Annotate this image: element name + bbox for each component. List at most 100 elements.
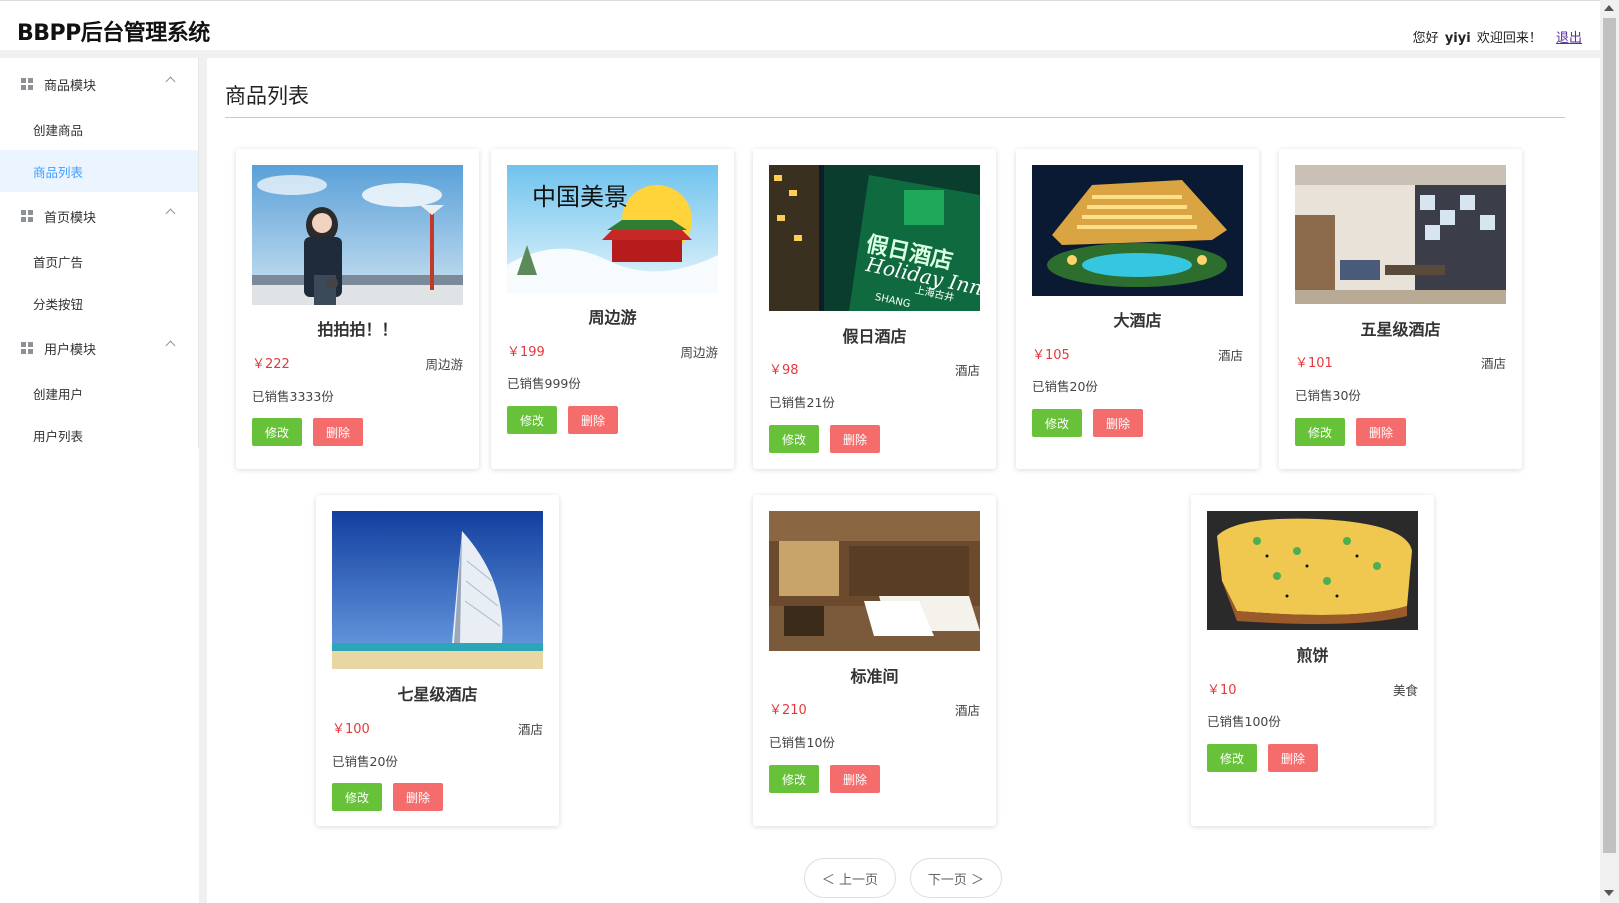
chevron-up-icon: [165, 340, 176, 351]
product-image: 假日酒店 Holiday Inn 上海古井 SHANG: [769, 165, 980, 311]
product-sold-count: 已销售20份: [332, 754, 398, 769]
product-sold-count: 已销售100份: [1207, 714, 1281, 729]
product-sold-count: 已销售10份: [769, 735, 835, 750]
scroll-down-icon[interactable]: [1604, 890, 1614, 896]
delete-button[interactable]: 删除: [830, 765, 880, 793]
delete-button[interactable]: 删除: [830, 425, 880, 453]
edit-button[interactable]: 修改: [1207, 744, 1257, 772]
edit-button[interactable]: 修改: [507, 406, 557, 434]
welcome-text: 欢迎回来！: [1476, 31, 1542, 46]
delete-button[interactable]: 删除: [568, 406, 618, 434]
sidebar-item-goods-list[interactable]: 商品列表: [0, 150, 198, 192]
poster-text-icon: 中国美景: [532, 183, 628, 211]
delete-button[interactable]: 删除: [393, 783, 443, 811]
top-header: BBPP后台管理系统 您好 yiyi 欢迎回来！ 退出: [0, 0, 1600, 50]
product-card: 假日酒店 Holiday Inn 上海古井 SHANG 假日酒店 ￥98 酒店 …: [753, 149, 996, 469]
product-name: 煎饼: [1296, 646, 1329, 665]
next-page-button[interactable]: 下一页 ＞: [910, 858, 1002, 898]
logout-link[interactable]: 退出: [1556, 31, 1582, 46]
product-price: ￥105: [1032, 348, 1070, 363]
page-title: 商品列表: [225, 84, 309, 108]
product-image: 中国美景: [507, 165, 718, 293]
product-category: 酒店: [954, 703, 980, 718]
main-content: 商品列表 拍拍拍！！ ￥222 周边游 已销售3333份 修改 删除 中国美景 …: [207, 58, 1600, 903]
menu-group-label: 首页模块: [44, 210, 97, 226]
edit-button[interactable]: 修改: [252, 418, 302, 446]
product-card: 拍拍拍！！ ￥222 周边游 已销售3333份 修改 删除: [236, 149, 479, 469]
edit-button[interactable]: 修改: [332, 783, 382, 811]
product-category: 美食: [1392, 683, 1418, 698]
menu-group-users[interactable]: 用户模块: [0, 324, 198, 372]
product-card: 五星级酒店 ￥101 酒店 已销售30份 修改 删除: [1279, 149, 1522, 469]
product-price: ￥199: [507, 345, 545, 360]
sidebar-item-create-user[interactable]: 创建用户: [0, 372, 198, 414]
scroll-up-icon[interactable]: [1604, 5, 1614, 11]
product-image: [1032, 165, 1243, 296]
title-divider: [225, 117, 1565, 118]
menu-group-label: 用户模块: [44, 342, 97, 358]
sidebar-item-category-buttons[interactable]: 分类按钮: [0, 282, 198, 324]
product-name: 五星级酒店: [1360, 320, 1441, 339]
product-price: ￥100: [332, 722, 370, 737]
product-price: ￥10: [1207, 683, 1237, 698]
grid-icon: [21, 210, 33, 222]
product-name: 假日酒店: [842, 327, 907, 346]
product-name: 七星级酒店: [397, 685, 478, 704]
edit-button[interactable]: 修改: [1032, 409, 1082, 437]
sidebar: 商品模块 创建商品 商品列表 首页模块 首页广告 分类按钮 用户模块 创建用户 …: [0, 58, 199, 903]
product-price: ￥98: [769, 363, 799, 378]
product-image: [252, 165, 463, 305]
menu-group-goods[interactable]: 商品模块: [0, 60, 198, 108]
product-price: ￥101: [1295, 356, 1333, 371]
product-category: 酒店: [1217, 348, 1243, 363]
product-sold-count: 已销售30份: [1295, 388, 1361, 403]
username: yiyi: [1444, 31, 1471, 46]
chevron-up-icon: [165, 208, 176, 219]
product-sold-count: 已销售20份: [1032, 379, 1098, 394]
product-category: 酒店: [954, 363, 980, 378]
delete-button[interactable]: 删除: [1093, 409, 1143, 437]
product-card: 大酒店 ￥105 酒店 已销售20份 修改 删除: [1016, 149, 1259, 469]
app-title: BBPP后台管理系统: [17, 21, 210, 46]
product-category: 周边游: [425, 357, 463, 372]
sidebar-menu: 商品模块 创建商品 商品列表 首页模块 首页广告 分类按钮 用户模块 创建用户 …: [0, 58, 199, 448]
product-sold-count: 已销售3333份: [252, 389, 334, 404]
sidebar-item-home-ads[interactable]: 首页广告: [0, 240, 198, 282]
vertical-scrollbar[interactable]: [1600, 0, 1619, 903]
product-image: [1295, 165, 1506, 304]
product-category: 酒店: [517, 722, 543, 737]
product-card: 标准间 ￥210 酒店 已销售10份 修改 删除: [753, 495, 996, 826]
product-card: 中国美景 周边游 ￥199 周边游 已销售999份 修改 删除: [491, 149, 734, 469]
edit-button[interactable]: 修改: [1295, 418, 1345, 446]
edit-button[interactable]: 修改: [769, 425, 819, 453]
product-name: 拍拍拍！！: [317, 320, 398, 339]
product-image: [769, 511, 980, 651]
greeting-text: 您好: [1412, 31, 1439, 46]
delete-button[interactable]: 删除: [1268, 744, 1318, 772]
delete-button[interactable]: 删除: [313, 418, 363, 446]
product-name: 标准间: [850, 667, 899, 686]
sidebar-item-user-list[interactable]: 用户列表: [0, 414, 198, 456]
user-area: 您好 yiyi 欢迎回来！ 退出: [1413, 27, 1582, 46]
edit-button[interactable]: 修改: [769, 765, 819, 793]
delete-button[interactable]: 删除: [1356, 418, 1406, 446]
menu-group-label: 商品模块: [44, 78, 97, 94]
product-card: 七星级酒店 ￥100 酒店 已销售20份 修改 删除: [316, 495, 559, 826]
sidebar-item-create-goods[interactable]: 创建商品: [0, 108, 198, 150]
product-price: ￥222: [252, 357, 290, 372]
prev-page-button[interactable]: ＜ 上一页: [804, 858, 896, 898]
grid-icon: [21, 78, 33, 90]
product-price: ￥210: [769, 703, 807, 718]
grid-icon: [21, 342, 33, 354]
product-image: [332, 511, 543, 669]
product-category: 周边游: [680, 345, 718, 360]
product-card: 煎饼 ￥10 美食 已销售100份 修改 删除: [1191, 495, 1434, 826]
scrollbar-thumb[interactable]: [1603, 18, 1616, 853]
menu-group-home[interactable]: 首页模块: [0, 192, 198, 240]
product-sold-count: 已销售999份: [507, 376, 581, 391]
product-name: 周边游: [588, 308, 637, 327]
product-sold-count: 已销售21份: [769, 395, 835, 410]
product-image: [1207, 511, 1418, 630]
product-category: 酒店: [1480, 356, 1506, 371]
product-name: 大酒店: [1113, 311, 1162, 330]
